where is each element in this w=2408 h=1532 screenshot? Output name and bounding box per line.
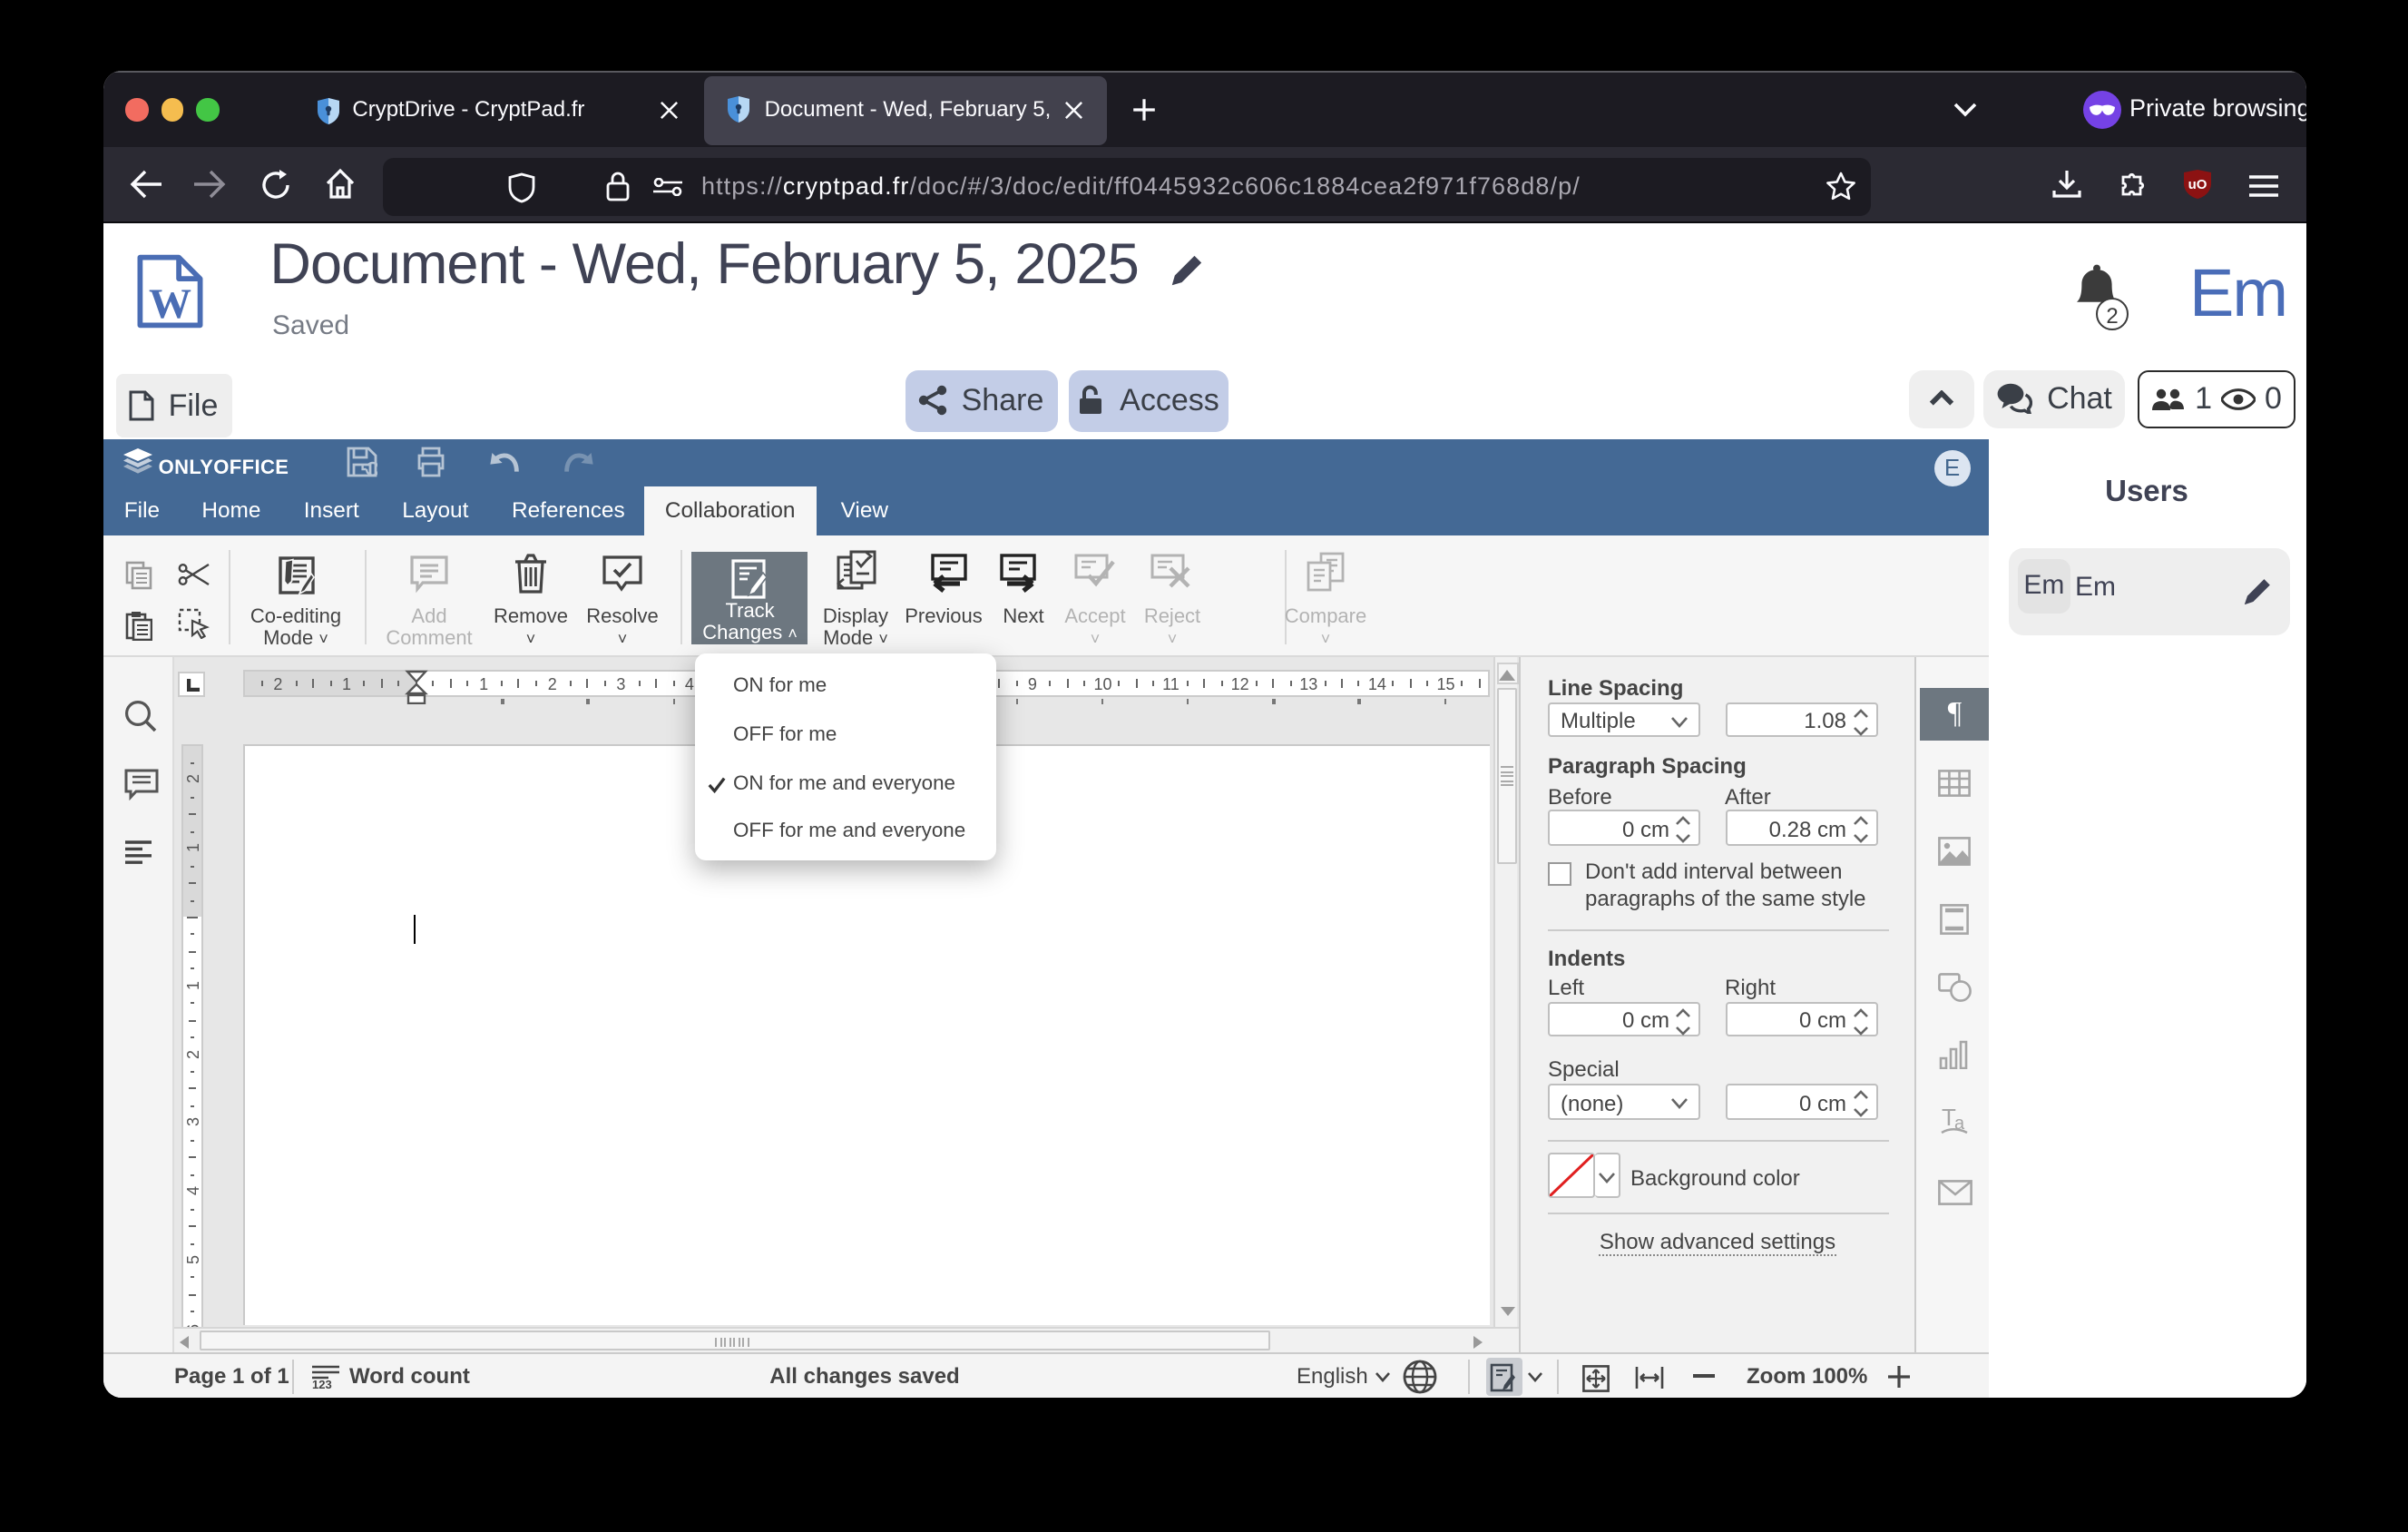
svg-text:W: W <box>148 280 191 327</box>
svg-text:123: 123 <box>313 1378 333 1389</box>
